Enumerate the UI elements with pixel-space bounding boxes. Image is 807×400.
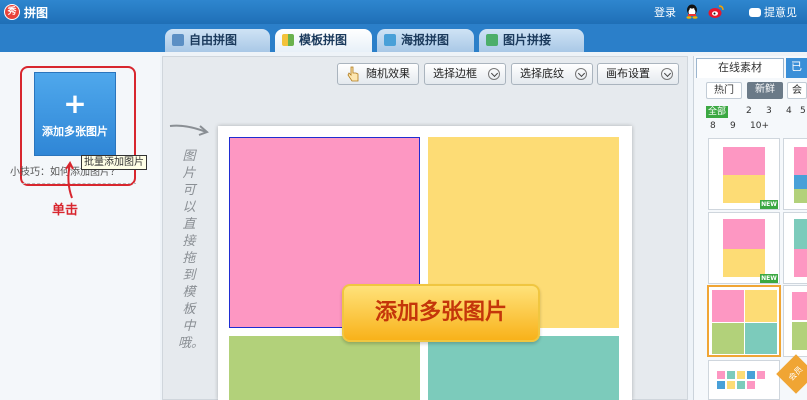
tab-label: 模板拼图	[299, 33, 348, 47]
add-images-button[interactable]: + 添加多张图片	[34, 72, 116, 156]
select-border-label: 选择边框	[433, 67, 477, 80]
login-link[interactable]: 登录	[654, 4, 676, 20]
tab-label: 自由拼图	[189, 33, 238, 47]
weibo-icon[interactable]	[708, 4, 724, 19]
tab-free-collage[interactable]: 自由拼图	[165, 29, 270, 52]
select-background-button[interactable]: 选择底纹	[511, 63, 593, 85]
mode-tabs: 自由拼图 模板拼图 海报拼图 图片拼接	[0, 24, 807, 52]
template-cell-green[interactable]	[229, 336, 420, 400]
poster-collage-icon	[384, 34, 396, 46]
template-thumbnail[interactable]	[783, 212, 807, 284]
template-thumbnail[interactable]	[783, 138, 807, 210]
count-filter-4[interactable]: 4	[786, 106, 792, 116]
count-filter-3[interactable]: 3	[766, 106, 772, 116]
count-filter-9[interactable]: 9	[730, 121, 736, 131]
drag-hint-text: 图片可以直接拖到模板中哦。	[178, 149, 205, 351]
chevron-down-icon	[575, 68, 587, 80]
tab-second[interactable]: 已	[786, 58, 807, 78]
count-filter-8[interactable]: 8	[710, 121, 716, 131]
feedback-link[interactable]: 提意见	[749, 4, 797, 20]
tab-online-material[interactable]: 在线素材	[696, 58, 784, 78]
template-collage-icon	[282, 34, 294, 46]
count-filter-5[interactable]: 5	[800, 106, 806, 116]
tab-image-stitch[interactable]: 图片拼接	[479, 29, 584, 52]
random-effect-label: 随机效果	[366, 67, 410, 80]
tab-poster-collage[interactable]: 海报拼图	[377, 29, 474, 52]
new-badge: NEW	[760, 274, 778, 283]
new-badge: NEW	[760, 200, 778, 209]
subtab-new[interactable]: 新鲜	[747, 82, 783, 99]
add-images-big-button[interactable]: 添加多张图片	[342, 284, 540, 342]
red-arrow-icon	[65, 161, 74, 199]
template-thumbnail[interactable]	[708, 360, 780, 400]
chevron-down-icon	[488, 68, 500, 80]
click-label: 单击	[52, 203, 79, 218]
app-title: 拼图	[24, 6, 49, 20]
subtab-member[interactable]: 会员	[787, 82, 807, 99]
canvas-settings-button[interactable]: 画布设置	[597, 63, 679, 85]
random-effect-button[interactable]: 随机效果	[337, 63, 419, 85]
title-bar: 秀 拼图 登录 提意见	[0, 0, 807, 24]
plus-icon: +	[63, 87, 87, 120]
add-images-label: 添加多张图片	[42, 125, 108, 138]
template-thumbnail[interactable]	[783, 285, 807, 357]
tab-label: 图片拼接	[503, 33, 552, 47]
free-collage-icon	[172, 34, 184, 46]
template-thumbnail[interactable]: NEW	[708, 212, 780, 284]
chevron-down-icon	[661, 68, 673, 80]
qq-icon[interactable]	[685, 4, 699, 19]
app-logo: 秀	[4, 4, 20, 20]
chat-icon	[749, 7, 761, 17]
tooltip: 批量添加图片	[81, 155, 147, 170]
canvas-settings-label: 画布设置	[606, 67, 650, 80]
select-border-button[interactable]: 选择边框	[424, 63, 506, 85]
count-filter-all[interactable]: 全部	[706, 106, 729, 118]
count-filter-2[interactable]: 2	[746, 106, 752, 116]
gray-arrow-icon	[169, 124, 209, 136]
select-background-label: 选择底纹	[520, 67, 564, 80]
tab-template-collage[interactable]: 模板拼图	[275, 29, 372, 52]
image-stitch-icon	[486, 34, 498, 46]
feedback-label: 提意见	[764, 6, 797, 19]
subtab-hot[interactable]: 热门	[706, 82, 742, 99]
hand-pointer-icon	[347, 66, 359, 82]
template-cell-teal[interactable]	[428, 336, 619, 400]
tab-label: 海报拼图	[401, 33, 450, 47]
template-thumbnail-selected[interactable]	[707, 285, 781, 357]
count-filter-10plus[interactable]: 10+	[750, 121, 769, 131]
template-thumbnail[interactable]: NEW	[708, 138, 780, 210]
